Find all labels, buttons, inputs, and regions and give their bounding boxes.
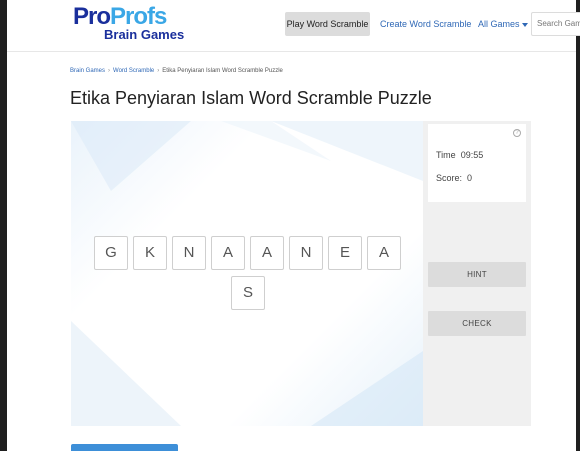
- breadcrumb: Brain Games › Word Scramble › Etika Penyiara…: [70, 68, 283, 74]
- page-title: Etika Penyiaran Islam Word Scramble Puzz…: [70, 88, 432, 108]
- breadcrumb-separator: ›: [108, 68, 111, 74]
- letter-tile[interactable]: A: [367, 236, 401, 270]
- all-games-dropdown[interactable]: All Games: [478, 12, 528, 36]
- game-board: [71, 121, 423, 426]
- window-frame-right: [576, 0, 580, 451]
- letter-tile[interactable]: A: [250, 236, 284, 270]
- timer: Time 09:55: [436, 150, 483, 160]
- letter-tile[interactable]: N: [289, 236, 323, 270]
- check-button[interactable]: CHECK: [428, 311, 526, 336]
- breadcrumb-brain-games[interactable]: Brain Games: [70, 68, 105, 74]
- letter-tile[interactable]: S: [231, 276, 265, 310]
- caret-down-icon: [521, 22, 528, 27]
- score-label: Score:: [436, 173, 463, 183]
- create-word-scramble-link[interactable]: Create Word Scramble: [380, 12, 471, 36]
- score-value: 0: [467, 173, 473, 183]
- info-icon[interactable]: ?: [513, 129, 521, 137]
- breadcrumb-separator: ›: [157, 68, 160, 74]
- primary-action-button[interactable]: [71, 444, 178, 451]
- window-frame-left: [0, 0, 7, 451]
- letter-tile[interactable]: N: [172, 236, 206, 270]
- letter-tile[interactable]: E: [328, 236, 362, 270]
- board-background-pattern: [71, 121, 423, 426]
- breadcrumb-word-scramble[interactable]: Word Scramble: [113, 68, 154, 74]
- logo-profs: Profs: [110, 3, 167, 30]
- play-word-scramble-button[interactable]: Play Word Scramble: [285, 12, 370, 36]
- score: Score: 0: [436, 173, 472, 183]
- all-games-label: All Games: [478, 19, 520, 29]
- letter-tile[interactable]: K: [133, 236, 167, 270]
- letter-tile[interactable]: A: [211, 236, 245, 270]
- proprofs-logo[interactable]: ProProfs Brain Games: [73, 4, 193, 48]
- letter-tile[interactable]: G: [94, 236, 128, 270]
- breadcrumb-current: Etika Penyiaran Islam Word Scramble Puzz…: [162, 68, 283, 74]
- logo-subtitle: Brain Games: [104, 27, 185, 42]
- time-label: Time: [436, 150, 456, 160]
- hint-button[interactable]: HINT: [428, 262, 526, 287]
- logo-pro: Pro: [73, 3, 111, 30]
- stats-box: ? Time 09:55 Score: 0: [428, 124, 526, 202]
- search-input[interactable]: Search Games: [531, 12, 580, 36]
- time-value: 09:55: [460, 150, 484, 160]
